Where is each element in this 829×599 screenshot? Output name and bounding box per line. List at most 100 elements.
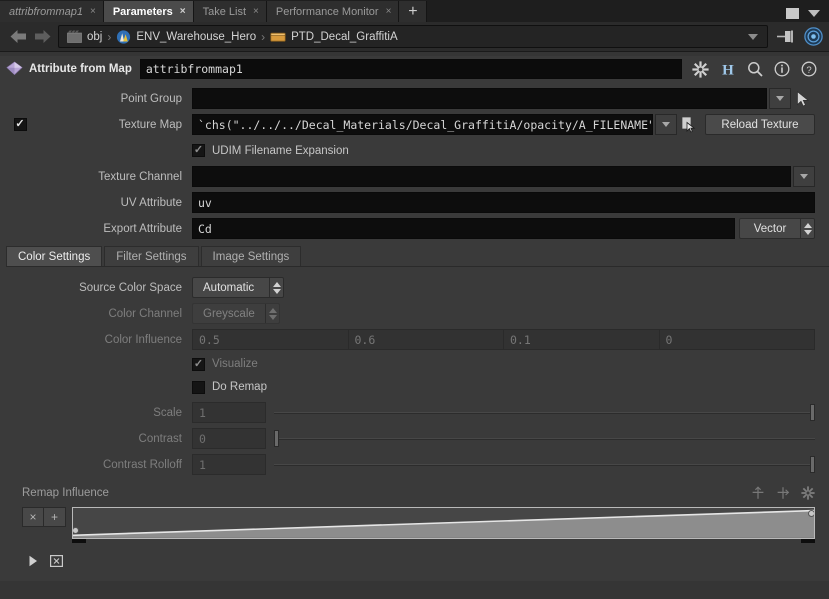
tab-parameters[interactable]: Parameters × [103, 1, 194, 22]
tab-image-settings[interactable]: Image Settings [200, 246, 302, 266]
breadcrumb-item-env-warehouse-hero[interactable]: ENV_Warehouse_Hero [112, 29, 260, 44]
window-tab-bar: attribfrommap1 × Parameters × Take List … [0, 0, 829, 22]
help-icon[interactable]: ? [801, 61, 817, 77]
udim-checkbox[interactable]: ✓ [192, 144, 205, 157]
remap-influence-label: Remap Influence [22, 487, 109, 499]
color-influence-input-3[interactable]: 0 [659, 329, 815, 350]
svg-text:H: H [722, 62, 734, 78]
visualize-label: Visualize [212, 358, 258, 370]
ramp-curve-graph[interactable] [72, 507, 815, 539]
texture-channel-dropdown-button[interactable] [793, 166, 815, 187]
breadcrumb[interactable]: obj › ENV_Warehouse_Hero › PTD_Decal_Gra… [58, 25, 768, 48]
tab-color-settings[interactable]: Color Settings [6, 246, 103, 266]
breadcrumb-dropdown-icon[interactable] [748, 33, 758, 40]
slider-track [274, 412, 815, 414]
texture-map-dropdown-button[interactable] [655, 114, 677, 135]
texture-map-file-browse-button[interactable] [677, 116, 701, 133]
udim-checkbox-group[interactable]: ✓ UDIM Filename Expansion [192, 144, 349, 157]
contrast-slider[interactable] [274, 428, 815, 449]
ramp-key-tick-end[interactable] [801, 538, 815, 543]
tab-take-list[interactable]: Take List × [193, 1, 267, 22]
do-remap-checkbox-group[interactable]: Do Remap [192, 380, 267, 394]
visualize-checkbox-group[interactable]: ✓ Visualize [192, 357, 258, 371]
spinner-icon[interactable] [269, 278, 283, 297]
houdini-h-icon[interactable]: H [720, 61, 736, 78]
scale-slider[interactable] [274, 402, 815, 423]
tab-label: Color Settings [18, 250, 91, 263]
color-influence-input-2[interactable]: 0.1 [504, 329, 660, 350]
play-icon[interactable] [28, 555, 38, 567]
breadcrumb-item-obj[interactable]: obj [63, 30, 106, 43]
info-icon[interactable] [774, 61, 790, 77]
ramp-options-icon[interactable] [801, 486, 815, 500]
contrast-rolloff-input[interactable]: 1 [192, 454, 266, 475]
do-remap-label: Do Remap [212, 381, 267, 393]
slider-handle[interactable] [810, 456, 815, 473]
tab-attribfrommap1[interactable]: attribfrommap1 × [0, 1, 104, 22]
chevron-down-icon[interactable] [808, 10, 820, 17]
add-point-icon[interactable] [751, 486, 765, 500]
fit-range-icon[interactable] [50, 555, 63, 567]
texture-channel-input[interactable] [192, 166, 791, 187]
breadcrumb-tools [768, 27, 823, 46]
window-controls [786, 8, 829, 22]
scale-input[interactable]: 1 [192, 402, 266, 423]
forward-arrow-icon[interactable] [30, 26, 54, 48]
ramp-key-tick-start[interactable] [72, 538, 86, 543]
node-header: Attribute from Map attribfrommap1 H ? [0, 56, 829, 82]
spinner-icon[interactable] [265, 304, 279, 323]
ramp-key-point-end[interactable] [808, 510, 814, 517]
color-channel-label: Color Channel [108, 307, 182, 320]
uv-attribute-input[interactable]: uv [192, 192, 815, 213]
back-arrow-icon[interactable] [6, 26, 30, 48]
search-icon[interactable] [747, 61, 763, 77]
point-group-pick-button[interactable] [791, 90, 815, 107]
spinner-down-icon [268, 314, 277, 320]
color-channel-menu[interactable]: Greyscale [192, 303, 280, 324]
ramp-key-point-start[interactable] [73, 526, 79, 534]
checkmark-icon: ✓ [193, 144, 204, 156]
contrast-input[interactable]: 0 [192, 428, 266, 449]
tab-label: Filter Settings [116, 250, 187, 263]
export-attribute-type-menu[interactable]: Vector [739, 218, 815, 239]
texture-map-label: Texture Map [118, 118, 182, 131]
ramp-add-point-button[interactable]: + [44, 507, 66, 527]
spinner-icon[interactable] [800, 219, 814, 238]
tab-filter-settings[interactable]: Filter Settings [104, 246, 199, 266]
tab-close-icon[interactable]: × [386, 6, 392, 17]
gear-icon[interactable] [692, 60, 709, 78]
source-color-space-menu[interactable]: Automatic [192, 277, 284, 298]
slider-handle[interactable] [274, 430, 279, 447]
ramp-delete-point-button[interactable]: × [22, 507, 44, 527]
breadcrumb-item-ptd-decal-graffitia[interactable]: PTD_Decal_GraffitiA [266, 30, 402, 43]
contrast-rolloff-label: Contrast Rolloff [102, 458, 182, 471]
tab-performance-monitor[interactable]: Performance Monitor × [266, 1, 400, 22]
pin-icon[interactable] [776, 28, 796, 45]
row-point-group: Point Group [0, 87, 829, 110]
color-influence-input-0[interactable]: 0.5 [192, 329, 349, 350]
node-name-input[interactable]: attribfrommap1 [139, 59, 682, 79]
do-remap-checkbox[interactable] [192, 380, 205, 394]
delete-point-icon[interactable] [776, 486, 790, 500]
export-attribute-input[interactable]: Cd [192, 218, 735, 239]
tab-close-icon[interactable]: × [90, 6, 96, 17]
target-node-icon[interactable] [804, 27, 823, 46]
reload-texture-button[interactable]: Reload Texture [705, 114, 815, 135]
texture-map-checkbox[interactable]: ✓ [13, 118, 27, 131]
point-group-label: Point Group [120, 92, 182, 105]
point-group-dropdown-button[interactable] [769, 88, 791, 109]
visualize-checkbox[interactable]: ✓ [192, 357, 205, 371]
add-tab-button[interactable]: + [399, 1, 428, 22]
tab-close-icon[interactable]: × [253, 6, 259, 17]
contrast-rolloff-slider[interactable] [274, 454, 815, 475]
maximize-icon[interactable] [786, 8, 799, 19]
color-influence-input-1[interactable]: 0.6 [348, 329, 504, 350]
texture-map-input[interactable]: `chs("../../../Decal_Materials/Decal_Gra… [192, 114, 653, 135]
point-group-input[interactable] [192, 88, 767, 109]
row-scale: Scale 1 [0, 401, 829, 424]
export-attribute-label: Export Attribute [103, 222, 182, 235]
tab-close-icon[interactable]: × [180, 6, 186, 17]
chevron-down-icon [662, 122, 670, 127]
ramp-key-track[interactable] [72, 538, 815, 569]
slider-handle[interactable] [810, 404, 815, 421]
